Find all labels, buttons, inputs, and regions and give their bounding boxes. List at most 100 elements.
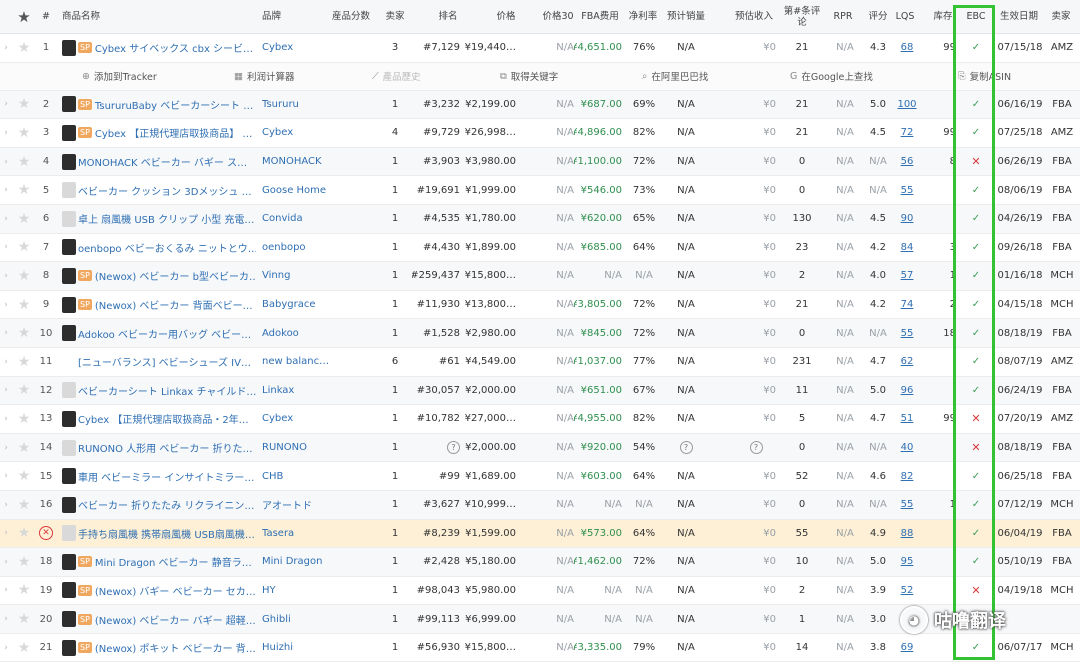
- lqs-link[interactable]: 62: [894, 348, 920, 376]
- product-name-link[interactable]: ベビーカーシート Linkax チャイルド…: [78, 383, 256, 398]
- product-name-cell[interactable]: SP Cybex 【正規代理店取扱商品】 …: [62, 119, 256, 147]
- table-row[interactable]: › ★ 5 ベビーカー クッション 3Dメッシュ … Goose Home 1 #19,69…: [0, 176, 1080, 205]
- product-name-link[interactable]: ベビーカー クッション 3Dメッシュ …: [78, 183, 252, 198]
- brand-link[interactable]: Ghibli: [262, 605, 328, 633]
- unknown-icon[interactable]: ?: [749, 441, 763, 455]
- favorite-star-icon[interactable]: ★: [14, 377, 34, 405]
- product-name-cell[interactable]: SP (Newox) ベビーカー バギー 超軽…: [62, 605, 256, 633]
- expand-chevron-icon[interactable]: ›: [0, 377, 12, 405]
- product-name-link[interactable]: (Newox) ベビーカー b型ベビーカ…: [95, 268, 256, 283]
- table-row[interactable]: › ★ 11 [ニューバランス] ベビーシューズ IV… new balanc… 6 #61…: [0, 348, 1080, 377]
- product-name-link[interactable]: 車用 ベビーミラー インサイトミラー…: [78, 469, 254, 484]
- expand-chevron-icon[interactable]: ›: [0, 176, 12, 204]
- product-name-cell[interactable]: 手持ち扇風機 携帯扇風機 USB扇風機…: [62, 520, 256, 548]
- lqs-link[interactable]: 55: [894, 491, 920, 519]
- table-row[interactable]: › ★ 3 SP Cybex 【正規代理店取扱商品】 … Cybex 4 #9,729 ¥26,…: [0, 119, 1080, 148]
- alibaba-search-button[interactable]: ⌕ 在阿里巴巴找: [642, 63, 752, 90]
- table-row[interactable]: › ★ 14 RUNONO 人形用 ベビーカー 折りた… RUNONO 1? ¥2,000.…: [0, 433, 1080, 463]
- expand-chevron-icon[interactable]: ›: [0, 462, 12, 490]
- lqs-link[interactable]: 74: [894, 291, 920, 319]
- table-row[interactable]: › ★ 8 SP (Newox) ベビーカー b型ベビーカ… Vinng 1 #259,437…: [0, 262, 1080, 291]
- favorite-star-icon[interactable]: ★: [14, 577, 34, 605]
- expand-chevron-icon[interactable]: ›: [0, 148, 12, 176]
- rank-header[interactable]: 排名: [428, 0, 468, 33]
- table-row[interactable]: › ★ 10 Adokoo ベビーカー用バッグ ベビー… Adokoo 1 #1,528 ¥2…: [0, 319, 1080, 348]
- brand-link[interactable]: Convida: [262, 205, 328, 233]
- product-name-cell[interactable]: SP Mini Dragon ベビーカー 静音ラ…: [62, 548, 256, 576]
- expand-chevron-icon[interactable]: ›: [0, 291, 12, 319]
- table-row[interactable]: › ★ 12 ベビーカーシート Linkax チャイルド… Linkax 1 #30,057…: [0, 376, 1080, 406]
- favorite-star-icon[interactable]: ★: [14, 176, 34, 204]
- lqs-link[interactable]: 57: [894, 262, 920, 290]
- brand-link[interactable]: CHB: [262, 462, 328, 490]
- product-name-cell[interactable]: MONOHACK ベビーカー バギー ス…: [62, 148, 256, 176]
- est-revenue-header[interactable]: 预估收入: [730, 0, 778, 33]
- product-name-link[interactable]: Adokoo ベビーカー用バッグ ベビー…: [78, 326, 251, 341]
- product-name-cell[interactable]: SP (Newox) ポキット ベビーカー 背…: [62, 634, 256, 662]
- lqs-link[interactable]: 55: [894, 319, 920, 347]
- brand-link[interactable]: Cybex: [262, 34, 328, 62]
- favorite-star-icon[interactable]: ★: [14, 348, 34, 376]
- brand-link[interactable]: アオートド: [262, 491, 328, 519]
- lqs-link[interactable]: 82: [894, 462, 920, 490]
- favorite-star-icon[interactable]: ★: [14, 319, 34, 347]
- lqs-link[interactable]: 56: [894, 148, 920, 176]
- rating-header[interactable]: 评分: [864, 0, 892, 33]
- favorite-star-icon[interactable]: ★: [14, 148, 34, 176]
- expand-chevron-icon[interactable]: ›: [0, 319, 12, 347]
- expand-chevron-icon[interactable]: ›: [0, 605, 12, 633]
- name-header[interactable]: 商品名称: [62, 0, 222, 33]
- expand-chevron-icon[interactable]: ›: [0, 548, 12, 576]
- expand-chevron-icon[interactable]: ›: [0, 205, 12, 233]
- favorite-star-icon[interactable]: ★: [14, 434, 34, 462]
- google-search-button[interactable]: G 在Google上查找: [790, 63, 910, 90]
- product-name-link[interactable]: (Newox) ベビーカー バギー 超軽…: [95, 612, 256, 627]
- product-name-cell[interactable]: 車用 ベビーミラー インサイトミラー…: [62, 462, 256, 490]
- brand-link[interactable]: Goose Home: [262, 176, 328, 204]
- brand-link[interactable]: Vinng: [262, 262, 328, 290]
- product-name-cell[interactable]: ベビーカー クッション 3Dメッシュ …: [62, 176, 256, 204]
- product-name-cell[interactable]: ベビーカーシート Linkax チャイルド…: [62, 377, 256, 405]
- table-row[interactable]: › ★ 16 ベビーカー 折りたたみ リクライニン… アオートド 1 #3,627 ¥10,9…: [0, 490, 1080, 520]
- brand-link[interactable]: new balanc…: [262, 348, 328, 376]
- product-name-cell[interactable]: oenbopo ベビーおくるみ ニットとウ…: [62, 234, 256, 262]
- favorite-star-icon[interactable]: ★: [14, 291, 34, 319]
- brand-link[interactable]: RUNONO: [262, 434, 328, 462]
- est-sales-header[interactable]: 预计销量: [666, 0, 706, 33]
- brand-link[interactable]: Cybex: [262, 405, 328, 433]
- brand-link[interactable]: MONOHACK: [262, 148, 328, 176]
- product-name-cell[interactable]: ベビーカー 折りたたみ リクライニン…: [62, 491, 256, 519]
- table-row[interactable]: › ★ 18 SP Mini Dragon ベビーカー 静音ラ… Mini Dragon 1…: [0, 548, 1080, 577]
- product-name-link[interactable]: Cybex 【正規代理店取扱商品】 …: [95, 125, 253, 140]
- expand-chevron-icon[interactable]: ›: [0, 234, 12, 262]
- product-name-link[interactable]: TsururuBaby ベビーカーシート …: [95, 97, 253, 112]
- stock-header[interactable]: 库存: [930, 0, 956, 33]
- table-row[interactable]: › ★ 4 MONOHACK ベビーカー バギー ス… MONOHACK 1 #3,903 ¥…: [0, 147, 1080, 177]
- product-name-link[interactable]: MONOHACK ベビーカー バギー ス…: [78, 154, 247, 169]
- product-name-cell[interactable]: SP (Newox) ベビーカー b型ベビーカ…: [62, 262, 256, 290]
- copy-asin-button[interactable]: ⎘ 复制ASIN: [958, 63, 1048, 90]
- brand-link[interactable]: Adokoo: [262, 319, 328, 347]
- expand-chevron-icon[interactable]: ›: [0, 34, 12, 62]
- lqs-link[interactable]: 51: [894, 405, 920, 433]
- table-row[interactable]: › ★ 9 SP (Newox) ベビーカー 背面ベビー… Babygrace 1 #11,9…: [0, 291, 1080, 320]
- product-history-button[interactable]: ⟋ 產品歷史: [372, 63, 462, 90]
- brand-link[interactable]: Mini Dragon: [262, 548, 328, 576]
- margin-header[interactable]: 净利率: [624, 0, 662, 33]
- table-row[interactable]: › ★ 15 車用 ベビーミラー インサイトミラー… CHB 1 #99 ¥1,689.00 N…: [0, 462, 1080, 491]
- product-name-link[interactable]: Cybex 【正規代理店取扱商品・2年…: [78, 411, 249, 426]
- product-name-cell[interactable]: Adokoo ベビーカー用バッグ ベビー…: [62, 319, 256, 347]
- index-header[interactable]: #: [36, 0, 56, 33]
- favorite-star-icon[interactable]: ★: [14, 91, 34, 119]
- product-name-link[interactable]: (Newox) ベビーカー 背面ベビー…: [95, 297, 253, 312]
- favorite-star-icon[interactable]: ★: [14, 262, 34, 290]
- lqs-link[interactable]: 40: [894, 434, 920, 462]
- lqs-link[interactable]: 100: [894, 91, 920, 119]
- favorite-star-icon[interactable]: ★: [14, 634, 34, 662]
- star-column-icon[interactable]: ★: [14, 0, 34, 33]
- brand-link[interactable]: HY: [262, 577, 328, 605]
- table-row[interactable]: › ★ ✕ 手持ち扇風機 携帯扇風機 USB扇風機… Tasera 1 #8,239 ¥1,5…: [0, 519, 1080, 549]
- product-name-link[interactable]: (Newox) ポキット ベビーカー 背…: [95, 640, 256, 655]
- expand-chevron-icon[interactable]: ›: [0, 434, 12, 462]
- rpr-header[interactable]: RPR: [828, 0, 858, 33]
